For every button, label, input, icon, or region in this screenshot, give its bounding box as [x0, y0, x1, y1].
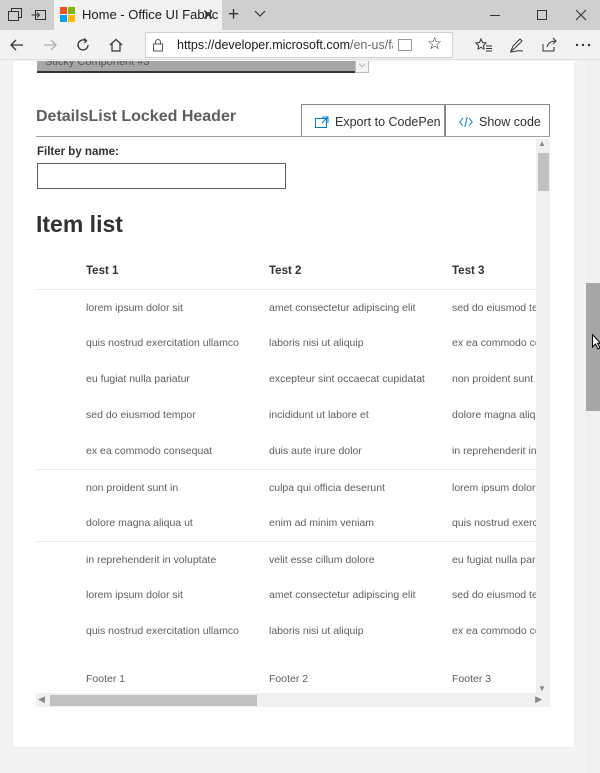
page-vertical-scrollbar[interactable]	[586, 61, 600, 773]
pane-horizontal-scroll-thumb[interactable]	[50, 695, 257, 706]
table-row[interactable]: sed do eiusmod tempor incididunt ut labo…	[36, 397, 550, 433]
code-icon	[459, 116, 473, 128]
scrollable-pane[interactable]: Filter by name: Item list Test 1 Test 2 …	[36, 137, 550, 707]
pane-horizontal-scrollbar[interactable]: ◀ ▶	[36, 693, 550, 707]
table-cell: lorem ipsum dolor sit	[452, 482, 549, 494]
column-header-test-2[interactable]: Test 2	[269, 265, 301, 277]
table-cell: ex ea commodo consequat	[86, 445, 213, 457]
chevron-down-icon[interactable]: ⌵	[355, 61, 369, 73]
table-cell: dolore magna aliqua ut	[86, 517, 193, 529]
table-row[interactable]: dolore magna aliqua ut enim ad minim ven…	[36, 505, 550, 541]
tab-actions-icon[interactable]	[7, 7, 23, 23]
chevron-down-icon[interactable]	[254, 9, 266, 19]
pane-vertical-scrollbar[interactable]: ▲ ▼	[536, 139, 550, 693]
filter-label: Filter by name:	[37, 146, 119, 158]
table-cell: lorem ipsum dolor sit	[86, 302, 183, 314]
table-cell: amet consectetur adipiscing elit	[269, 589, 416, 601]
chevron-down-icon[interactable]: ▼	[538, 684, 546, 693]
arrow-left-icon[interactable]	[9, 37, 25, 53]
table-cell: culpa qui officia deserunt	[269, 482, 385, 494]
table-cell: amet consectetur adipiscing elit	[269, 302, 416, 314]
microsoft-logo-icon	[60, 7, 76, 23]
address-bar: https://developer.microsoft.com/en-us/fa…	[0, 30, 600, 60]
plus-icon[interactable]: +	[228, 4, 239, 26]
table-cell: non proident sunt in	[452, 373, 545, 385]
details-list-header: Test 1 Test 2 Test 3	[36, 253, 536, 289]
url-path: /en-us/fabric	[350, 38, 393, 52]
table-cell: quis nostrud exercitation ullamco	[86, 625, 239, 637]
table-cell: in reprehenderit in voluptate	[86, 554, 217, 566]
table-row[interactable]: lorem ipsum dolor sit amet consectetur a…	[36, 577, 550, 613]
chevron-left-icon[interactable]: ◀	[38, 694, 45, 705]
tab-title: Home - Office UI Fabric	[82, 7, 219, 22]
table-cell: duis aute irure dolor	[269, 445, 362, 457]
table-row[interactable]: ex ea commodo consequat duis aute irure …	[36, 433, 550, 469]
chevron-right-icon[interactable]: ▶	[535, 694, 542, 705]
tab-bar: Home - Office UI Fabric ✕ +	[0, 0, 600, 30]
lock-icon	[153, 39, 163, 52]
table-row[interactable]: in reprehenderit in voluptate velit esse…	[36, 541, 550, 577]
pane-vertical-scroll-thumb[interactable]	[538, 153, 549, 191]
table-cell: sed do eiusmod tempor	[86, 409, 196, 421]
table-cell: quis nostrud exercitation ullamco	[86, 337, 239, 349]
table-cell: incididunt ut labore et	[269, 409, 369, 421]
column-header-test-3[interactable]: Test 3	[452, 265, 484, 277]
footer-cell: Footer 2	[269, 673, 309, 685]
close-icon[interactable]: ✕	[202, 6, 215, 24]
footer-cell: Footer 3	[452, 673, 492, 685]
export-icon	[315, 116, 329, 128]
table-cell: laboris nisi ut aliquip	[269, 625, 364, 637]
export-label: Export to CodePen	[335, 115, 441, 129]
column-header-test-1[interactable]: Test 1	[86, 265, 118, 277]
pen-icon[interactable]	[508, 37, 526, 53]
star-icon[interactable]: ☆	[427, 34, 442, 54]
table-cell: non proident sunt in	[86, 482, 179, 494]
maximize-icon[interactable]	[535, 8, 549, 22]
table-cell: velit esse cillum dolore	[269, 554, 375, 566]
url-host: https://developer.microsoft.com	[177, 38, 350, 52]
sticky-component-dropdown[interactable]: Sticky Component #3	[37, 61, 369, 73]
share-icon[interactable]	[541, 37, 559, 53]
footer-cell: Footer 1	[86, 673, 126, 685]
chevron-up-icon[interactable]: ▲	[538, 139, 546, 148]
table-row[interactable]: eu fugiat nulla pariatur excepteur sint …	[36, 361, 544, 397]
example-title: DetailsList Locked Header	[36, 108, 237, 125]
show-code-label: Show code	[479, 115, 541, 129]
filter-by-name-input[interactable]	[37, 163, 286, 189]
table-row[interactable]: quis nostrud exercitation ullamco labori…	[36, 613, 550, 649]
export-to-codepen-button[interactable]: Export to CodePen	[301, 104, 445, 137]
show-code-button[interactable]: Show code	[445, 104, 550, 137]
reading-view-icon[interactable]	[398, 39, 412, 51]
refresh-icon[interactable]	[75, 37, 91, 53]
favorites-list-icon[interactable]	[475, 37, 493, 53]
minimize-icon[interactable]	[488, 8, 502, 22]
table-cell: lorem ipsum dolor sit	[86, 589, 183, 601]
table-row[interactable]: quis nostrud exercitation ullamco labori…	[36, 325, 550, 361]
home-icon[interactable]	[108, 37, 124, 53]
arrow-right-icon[interactable]	[42, 37, 58, 53]
more-icon[interactable]	[574, 37, 592, 53]
page-viewport: Sticky Component #3 ⌵ DetailsList Locked…	[0, 61, 587, 773]
url-text: https://developer.microsoft.com/en-us/fa…	[177, 38, 393, 52]
table-row[interactable]: lorem ipsum dolor sit amet consectetur a…	[36, 289, 550, 325]
browser-tab-active[interactable]: Home - Office UI Fabric ✕	[54, 0, 222, 30]
window-close-icon[interactable]	[574, 8, 588, 22]
table-cell: excepteur sint occaecat cupidatat	[269, 373, 425, 385]
example-card: Sticky Component #3 ⌵ DetailsList Locked…	[13, 61, 574, 747]
url-field[interactable]: https://developer.microsoft.com/en-us/fa…	[145, 32, 453, 58]
set-aside-tabs-icon[interactable]	[31, 7, 47, 23]
table-row[interactable]: non proident sunt in culpa qui officia d…	[36, 469, 549, 505]
table-cell: eu fugiat nulla pariatur	[86, 373, 190, 385]
mouse-cursor-icon	[592, 334, 600, 350]
item-list-heading: Item list	[36, 211, 123, 237]
table-cell: laboris nisi ut aliquip	[269, 337, 364, 349]
table-cell: enim ad minim veniam	[269, 517, 375, 529]
